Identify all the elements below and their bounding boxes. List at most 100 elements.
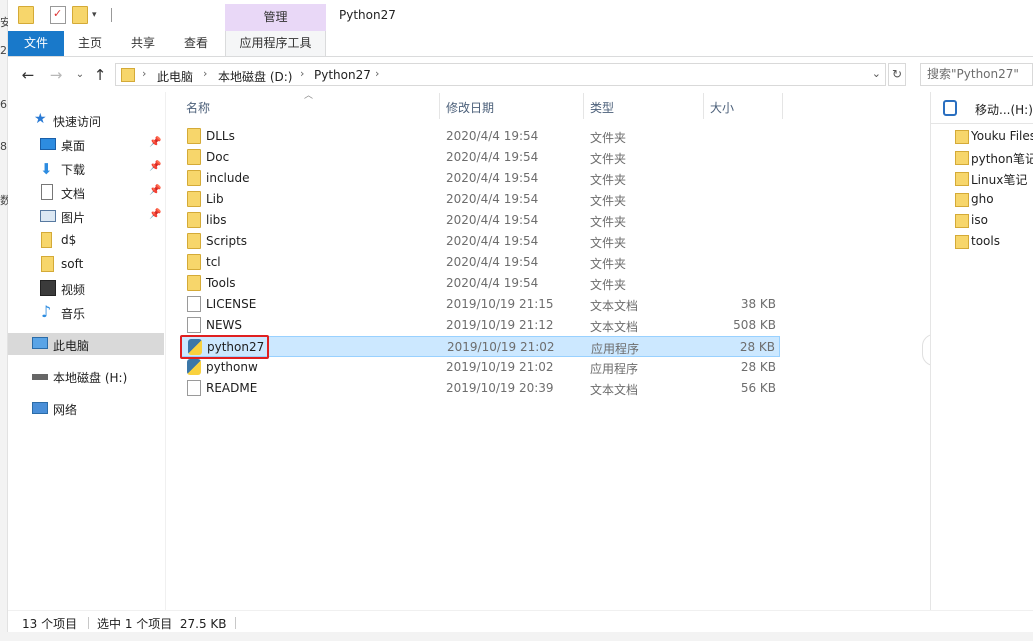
nav-item-soft[interactable]: soft — [8, 253, 164, 275]
column-header-size[interactable]: 大小 — [704, 93, 782, 119]
file-name: libs — [206, 213, 227, 227]
file-row[interactable]: DLLs 2020/4/4 19:54 文件夹 — [180, 126, 780, 147]
nav-quick-access[interactable]: ★ 快速访问 — [8, 109, 164, 131]
pin-icon[interactable]: 📌 — [149, 185, 161, 196]
folder-icon — [121, 68, 135, 82]
document-icon — [41, 184, 53, 200]
file-row[interactable]: Lib 2020/4/4 19:54 文件夹 — [180, 189, 780, 210]
properties-icon[interactable]: ✓ — [50, 6, 66, 24]
nav-item-documents[interactable]: 文档 📌 — [8, 181, 164, 203]
tab-share[interactable]: 共享 — [125, 31, 161, 56]
python-icon — [187, 359, 201, 375]
breadcrumb-this-pc[interactable]: 此电脑 — [157, 68, 193, 85]
tab-view[interactable]: 查看 — [178, 31, 214, 56]
breadcrumb-drive-d[interactable]: 本地磁盘 (D:) — [218, 68, 292, 85]
file-date: 2019/10/19 20:39 — [446, 381, 554, 395]
chevron-right-icon[interactable]: › — [300, 67, 304, 80]
chevron-right-icon[interactable]: › — [142, 67, 146, 80]
file-row[interactable]: NEWS 2019/10/19 21:12 文本文档 508 KB — [180, 315, 780, 336]
file-row[interactable]: python27 2019/10/19 21:02 应用程序 28 KB — [180, 336, 780, 357]
address-bar[interactable]: › 此电脑 › 本地磁盘 (D:) › Python27 › ⌄ — [115, 63, 886, 86]
recent-locations-icon[interactable]: ⌄ — [70, 65, 90, 85]
tab-home[interactable]: 主页 — [72, 31, 108, 56]
file-name: Lib — [206, 192, 224, 206]
download-icon: ⬇ — [40, 160, 53, 178]
folder-icon — [955, 172, 969, 186]
file-row[interactable]: README 2019/10/19 20:39 文本文档 56 KB — [180, 378, 780, 399]
nav-item-videos[interactable]: 视频 — [8, 277, 164, 299]
ribbon-tabs: 文件 主页 共享 查看 应用程序工具 — [8, 31, 1033, 57]
music-icon: ♪ — [41, 302, 52, 321]
customize-toolbar-icon[interactable]: ▾ — [92, 6, 108, 24]
item-count: 13 个项目 — [22, 617, 78, 631]
nav-item-music[interactable]: ♪ 音乐 — [8, 301, 164, 323]
folder-icon — [187, 170, 201, 186]
file-type: 文件夹 — [590, 173, 627, 187]
file-row[interactable]: pythonw 2019/10/19 21:02 应用程序 28 KB — [180, 357, 780, 378]
folder-icon — [187, 191, 201, 207]
file-date: 2020/4/4 19:54 — [446, 150, 539, 164]
navigation-bar: ← → ⌄ ↑ › 此电脑 › 本地磁盘 (D:) › Python27 › ⌄… — [8, 58, 1033, 92]
status-divider — [235, 617, 236, 629]
folder-icon — [955, 151, 969, 165]
breadcrumb-python27[interactable]: Python27 — [314, 68, 371, 82]
file-row[interactable]: include 2020/4/4 19:54 文件夹 — [180, 168, 780, 189]
chevron-right-icon[interactable]: › — [203, 67, 207, 80]
file-row[interactable]: tcl 2020/4/4 19:54 文件夹 — [180, 252, 780, 273]
file-row[interactable]: LICENSE 2019/10/19 21:15 文本文档 38 KB — [180, 294, 780, 315]
file-row[interactable]: Doc 2020/4/4 19:54 文件夹 — [180, 147, 780, 168]
video-icon — [40, 280, 56, 296]
folder-icon — [41, 256, 54, 272]
folder-icon — [955, 214, 969, 228]
file-row[interactable]: Scripts 2020/4/4 19:54 文件夹 — [180, 231, 780, 252]
file-name: Doc — [206, 150, 230, 164]
nav-item-d-share[interactable]: d$ — [8, 229, 164, 251]
pin-icon[interactable]: 📌 — [149, 137, 161, 148]
nav-network[interactable]: 网络 — [8, 397, 164, 419]
refresh-button[interactable]: ↻ — [888, 63, 906, 86]
manage-tab[interactable]: 管理 — [225, 4, 326, 31]
back-icon[interactable]: ← — [18, 65, 38, 85]
search-input[interactable]: 搜索"Python27" — [920, 63, 1033, 86]
file-date: 2019/10/19 21:12 — [446, 318, 554, 332]
text-file-icon — [187, 317, 201, 333]
nav-item-desktop[interactable]: 桌面 📌 — [8, 133, 164, 155]
file-row[interactable]: Tools 2020/4/4 19:54 文件夹 — [180, 273, 780, 294]
background-window-edge: 安 2 6 8 数 — [0, 0, 11, 641]
forward-icon[interactable]: → — [46, 65, 66, 85]
tab-file[interactable]: 文件 — [8, 31, 64, 56]
chevron-right-icon[interactable]: › — [375, 67, 379, 80]
computer-icon — [32, 337, 48, 349]
file-name: pythonw — [206, 360, 258, 374]
column-header-name[interactable]: 名称 — [180, 93, 440, 119]
file-date: 2020/4/4 19:54 — [446, 255, 539, 269]
file-size: 28 KB — [739, 340, 775, 354]
column-divider[interactable] — [782, 93, 783, 119]
new-folder-icon[interactable] — [72, 6, 88, 24]
pin-icon[interactable]: 📌 — [149, 161, 161, 172]
column-header-type[interactable]: 类型 — [584, 93, 703, 119]
chevron-down-icon[interactable]: ⌄ — [872, 67, 881, 80]
file-date: 2019/10/19 21:02 — [447, 340, 555, 354]
up-icon[interactable]: ↑ — [90, 65, 110, 85]
file-type: 文件夹 — [590, 131, 627, 145]
picture-icon — [40, 210, 56, 222]
star-icon: ★ — [34, 111, 47, 127]
nav-this-pc[interactable]: 此电脑 — [8, 333, 164, 355]
nav-drive-h[interactable]: 本地磁盘 (H:) — [8, 365, 164, 387]
right-pane-header[interactable]: 移动...(H:) — [931, 92, 1033, 124]
nav-item-downloads[interactable]: ⬇ 下载 📌 — [8, 157, 164, 179]
pin-icon[interactable]: 📌 — [149, 209, 161, 220]
tab-application-tools[interactable]: 应用程序工具 — [225, 31, 326, 56]
file-row[interactable]: libs 2020/4/4 19:54 文件夹 — [180, 210, 780, 231]
folder-icon — [955, 193, 969, 207]
column-header-date[interactable]: 修改日期 — [440, 93, 583, 119]
file-date: 2020/4/4 19:54 — [446, 276, 539, 290]
folder-icon — [187, 128, 201, 144]
file-date: 2020/4/4 19:54 — [446, 129, 539, 143]
navigation-pane: ★ 快速访问 桌面 📌 ⬇ 下载 📌 文档 📌 图片 📌 d$ soft 视频 … — [8, 92, 166, 610]
file-name: DLLs — [206, 129, 235, 143]
file-date: 2019/10/19 21:02 — [446, 360, 554, 374]
desktop-icon — [40, 138, 56, 150]
nav-item-pictures[interactable]: 图片 📌 — [8, 205, 164, 227]
